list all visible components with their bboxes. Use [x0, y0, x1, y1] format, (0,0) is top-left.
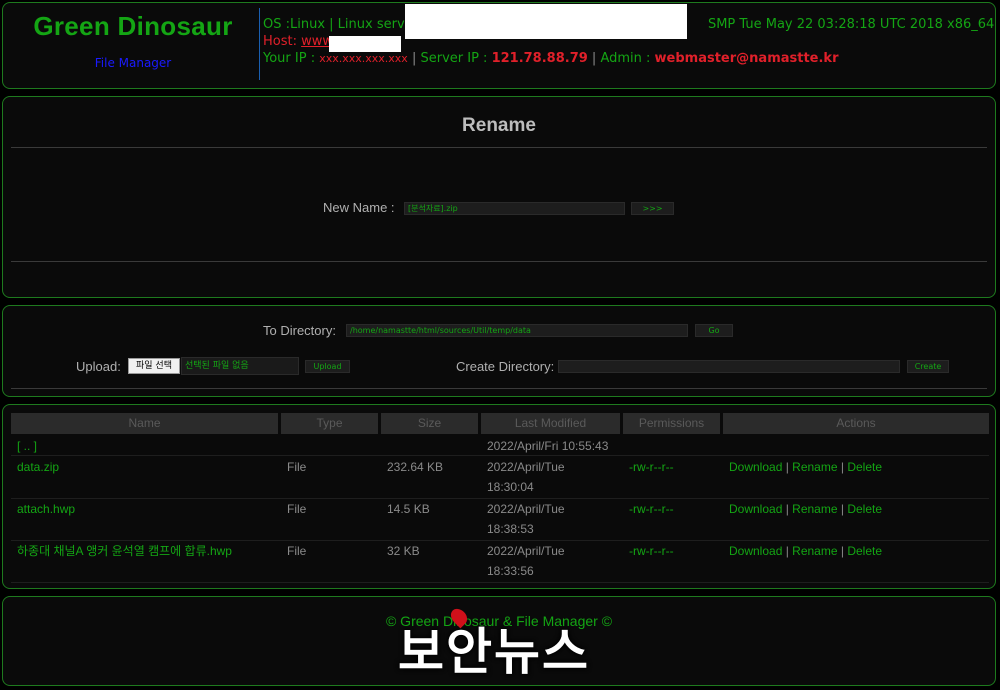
file-size: 14.5 KB [387, 502, 430, 516]
file-permissions[interactable]: -rw-r--r-- [629, 541, 674, 562]
server-ip-value: 121.78.88.79 [491, 51, 588, 66]
rename-panel: Rename New Name : [분석자료].zip >>> [2, 96, 996, 298]
divider [11, 261, 987, 262]
table-row: data.zip File 232.64 KB 2022/April/Tue 1… [11, 457, 989, 499]
new-name-input[interactable]: [분석자료].zip [404, 202, 625, 215]
your-ip-value: xxx.xxx.xxx.xxx [319, 52, 408, 65]
file-modified-time: 18:38:53 [487, 522, 534, 536]
site-title: Green Dinosaur [33, 11, 233, 41]
column-header-permissions[interactable]: Permissions [623, 413, 720, 434]
admin-label: Admin : [600, 51, 655, 66]
table-row: 하종대 채널A 앵커 윤석열 캠프에 합류.hwp File 32 KB 202… [11, 541, 989, 583]
file-modified-date: 2022/April/Tue [487, 502, 565, 516]
file-manager-link[interactable]: File Manager [13, 56, 253, 70]
separator: | [837, 460, 848, 474]
file-name-link[interactable]: attach.hwp [17, 499, 75, 520]
separator: | [782, 460, 793, 474]
redaction-box [405, 4, 687, 39]
file-name-link[interactable]: data.zip [17, 457, 59, 478]
directory-panel: To Directory: /home/namastte/html/source… [2, 305, 996, 397]
separator: | [837, 544, 848, 558]
go-button[interactable]: Go [695, 324, 733, 337]
column-header-size[interactable]: Size [381, 413, 478, 434]
host-label: Host: [263, 34, 302, 49]
delete-link[interactable]: Delete [847, 460, 882, 474]
rename-link[interactable]: Rename [792, 460, 837, 474]
column-header-type[interactable]: Type [281, 413, 378, 434]
rename-link[interactable]: Rename [792, 544, 837, 558]
admin-email: webmaster@namastte.kr [654, 51, 839, 66]
separator: | [782, 502, 793, 516]
server-ip-label: Server IP : [420, 51, 492, 66]
download-link[interactable]: Download [729, 460, 782, 474]
column-header-name[interactable]: Name [11, 413, 278, 434]
file-modified-date: 2022/April/Tue [487, 460, 565, 474]
file-type: File [287, 544, 307, 558]
file-size: 232.64 KB [387, 460, 444, 474]
upload-button[interactable]: Upload [305, 360, 350, 373]
delete-link[interactable]: Delete [847, 544, 882, 558]
news-watermark: 보안뉴스 [398, 623, 590, 681]
separator: | [587, 51, 601, 66]
parent-modified: 2022/April/Fri 10:55:43 [487, 439, 609, 453]
directory-path-input[interactable]: /home/namastte/html/sources/Util/temp/da… [346, 324, 688, 337]
file-permissions[interactable]: -rw-r--r-- [629, 499, 674, 520]
header-divider [259, 8, 260, 80]
file-table-panel: Name Type Size Last Modified Permissions… [2, 404, 996, 589]
file-actions: Download | Rename | Delete [729, 457, 882, 478]
separator: | [837, 502, 848, 516]
file-modified-date: 2022/April/Tue [487, 544, 565, 558]
rename-title: Rename [462, 115, 536, 136]
table-row-parent: [ .. ] 2022/April/Fri 10:55:43 [11, 436, 989, 456]
redaction-box [329, 36, 401, 52]
file-name-link[interactable]: 하종대 채널A 앵커 윤석열 캠프에 합류.hwp [17, 541, 232, 562]
rename-submit-button[interactable]: >>> [631, 202, 674, 215]
separator: | [782, 544, 793, 558]
divider [11, 388, 987, 389]
delete-link[interactable]: Delete [847, 502, 882, 516]
brand: Green Dinosaur File Manager [13, 11, 253, 70]
file-actions: Download | Rename | Delete [729, 541, 882, 562]
upload-label: Upload: [76, 359, 121, 374]
file-permissions[interactable]: -rw-r--r-- [629, 457, 674, 478]
header-panel: Green Dinosaur File Manager OS :Linux | … [2, 2, 996, 89]
separator: | [407, 51, 421, 66]
file-type: File [287, 502, 307, 516]
table-row: attach.hwp File 14.5 KB 2022/April/Tue 1… [11, 499, 989, 541]
rename-link[interactable]: Rename [792, 502, 837, 516]
column-header-last-modified[interactable]: Last Modified [481, 413, 620, 434]
ip-line: Your IP : xxx.xxx.xxx.xxx | Server IP : … [263, 50, 994, 67]
create-directory-input[interactable] [558, 360, 900, 373]
choose-file-button[interactable]: 파일 선택 [128, 358, 180, 374]
file-size: 32 KB [387, 544, 420, 558]
file-type: File [287, 460, 307, 474]
column-header-actions[interactable]: Actions [723, 413, 989, 434]
file-name-display: 선택된 파일 없음 [181, 357, 299, 375]
your-ip-label: Your IP : [263, 51, 320, 66]
create-directory-label: Create Directory: [456, 359, 555, 374]
parent-directory-link[interactable]: [ .. ] [17, 436, 37, 457]
file-modified-time: 18:30:04 [487, 480, 534, 494]
no-file-text: 선택된 파일 없음 [185, 361, 249, 371]
create-button[interactable]: Create [907, 360, 949, 373]
new-name-label: New Name : [323, 200, 395, 215]
os-info-prefix: OS :Linux | Linux servera [263, 17, 426, 32]
file-actions: Download | Rename | Delete [729, 499, 882, 520]
os-info-suffix: SMP Tue May 22 03:28:18 UTC 2018 x86_64 [707, 17, 995, 32]
download-link[interactable]: Download [729, 502, 782, 516]
divider [11, 147, 987, 148]
download-link[interactable]: Download [729, 544, 782, 558]
to-directory-label: To Directory: [263, 323, 336, 338]
file-modified-time: 18:33:56 [487, 564, 534, 578]
